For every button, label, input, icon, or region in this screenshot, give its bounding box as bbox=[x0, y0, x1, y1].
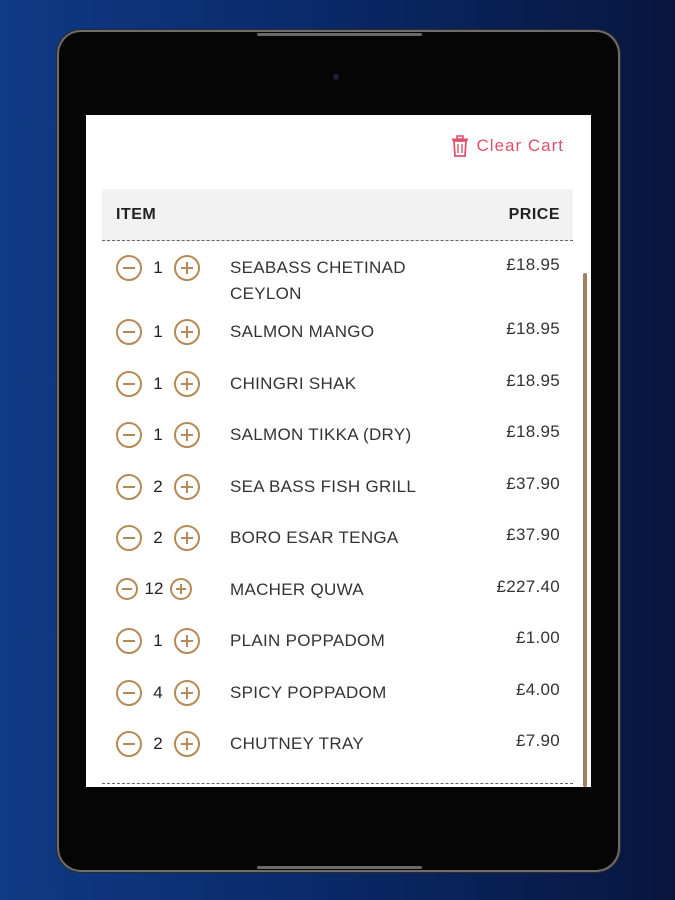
price-column-header: PRICE bbox=[508, 205, 560, 223]
speaker-top bbox=[257, 33, 422, 36]
quantity-stepper: 1 bbox=[116, 319, 200, 345]
cart-row: 2 CHUTNEY TRAY £7.90 bbox=[102, 721, 573, 771]
item-name: BORO ESAR TENGA bbox=[230, 528, 399, 547]
increase-quantity-button[interactable] bbox=[174, 371, 200, 397]
decrease-quantity-button[interactable] bbox=[116, 628, 142, 654]
decrease-quantity-button[interactable] bbox=[116, 319, 142, 345]
increase-quantity-button[interactable] bbox=[174, 628, 200, 654]
quantity-value: 12 bbox=[144, 578, 164, 598]
quantity-value: 1 bbox=[153, 425, 163, 444]
item-price: £1.00 bbox=[515, 628, 560, 647]
increase-quantity-button[interactable] bbox=[174, 474, 200, 500]
decrease-quantity-button[interactable] bbox=[116, 680, 142, 706]
decrease-quantity-button[interactable] bbox=[116, 422, 142, 448]
cart-row: 1 PLAIN POPPADOM £1.00 bbox=[102, 618, 573, 668]
item-price: £37.90 bbox=[506, 474, 560, 493]
quantity-stepper: 12 bbox=[116, 577, 192, 600]
quantity-stepper: 2 bbox=[116, 731, 200, 757]
quantity-value: 1 bbox=[153, 631, 163, 650]
cart-row: 12 MACHER QUWA £227.40 bbox=[102, 567, 573, 617]
item-price: £37.90 bbox=[506, 525, 560, 544]
speaker-bottom bbox=[257, 866, 422, 869]
item-price: £4.00 bbox=[515, 680, 560, 699]
quantity-value: 2 bbox=[153, 528, 163, 547]
camera bbox=[333, 74, 339, 80]
increase-quantity-button[interactable] bbox=[174, 680, 200, 706]
item-price: £7.90 bbox=[515, 731, 560, 750]
quantity-stepper: 1 bbox=[116, 628, 200, 654]
clear-cart-button[interactable]: Clear Cart bbox=[451, 135, 564, 157]
item-name: CHINGRI SHAK bbox=[230, 374, 357, 393]
tablet-frame: Clear Cart ITEM PRICE 1 SEABASS CHETINAD… bbox=[57, 30, 620, 872]
item-name: PLAIN POPPADOM bbox=[230, 631, 386, 650]
increase-quantity-button[interactable] bbox=[174, 255, 200, 281]
list-divider bbox=[102, 783, 573, 784]
item-name: CHUTNEY TRAY bbox=[230, 734, 364, 753]
increase-quantity-button[interactable] bbox=[170, 578, 192, 600]
item-name: SEA BASS FISH GRILL bbox=[230, 477, 417, 496]
decrease-quantity-button[interactable] bbox=[116, 525, 142, 551]
item-name: SALMON TIKKA (DRY) bbox=[230, 425, 412, 444]
cart-row: 4 SPICY POPPADOM £4.00 bbox=[102, 670, 573, 720]
item-name: MACHER QUWA bbox=[230, 580, 364, 599]
quantity-value: 2 bbox=[153, 477, 163, 496]
item-price: £18.95 bbox=[506, 319, 560, 338]
cart-row: 1 SEABASS CHETINAD CEYLON £18.95 bbox=[102, 245, 573, 303]
quantity-stepper: 2 bbox=[116, 525, 200, 551]
item-price: £18.95 bbox=[506, 255, 560, 274]
increase-quantity-button[interactable] bbox=[174, 525, 200, 551]
trash-icon bbox=[451, 135, 469, 157]
item-column-header: ITEM bbox=[116, 205, 157, 223]
quantity-stepper: 2 bbox=[116, 474, 200, 500]
item-name: SALMON MANGO bbox=[230, 322, 375, 341]
cart-row: 1 CHINGRI SHAK £18.95 bbox=[102, 361, 573, 411]
cart-row: 2 BORO ESAR TENGA £37.90 bbox=[102, 515, 573, 565]
item-price: £18.95 bbox=[506, 371, 560, 390]
item-price: £18.95 bbox=[506, 422, 560, 441]
quantity-stepper: 1 bbox=[116, 371, 200, 397]
cart-row: 2 SEA BASS FISH GRILL £37.90 bbox=[102, 464, 573, 514]
quantity-value: 2 bbox=[153, 734, 163, 753]
increase-quantity-button[interactable] bbox=[174, 422, 200, 448]
quantity-value: 1 bbox=[153, 258, 163, 277]
quantity-value: 4 bbox=[153, 683, 163, 702]
quantity-value: 1 bbox=[153, 374, 163, 393]
decrease-quantity-button[interactable] bbox=[116, 578, 138, 600]
quantity-stepper: 1 bbox=[116, 255, 200, 281]
scrollbar[interactable] bbox=[583, 273, 587, 787]
cart-table-header: ITEM PRICE bbox=[102, 189, 573, 241]
quantity-value: 1 bbox=[153, 322, 163, 341]
quantity-stepper: 4 bbox=[116, 680, 200, 706]
decrease-quantity-button[interactable] bbox=[116, 474, 142, 500]
cart-screen: Clear Cart ITEM PRICE 1 SEABASS CHETINAD… bbox=[86, 115, 591, 787]
cart-row: 1 SALMON MANGO £18.95 bbox=[102, 309, 573, 359]
item-name: SEABASS CHETINAD CEYLON bbox=[230, 258, 406, 303]
cart-row: 1 SALMON TIKKA (DRY) £18.95 bbox=[102, 412, 573, 462]
decrease-quantity-button[interactable] bbox=[116, 371, 142, 397]
decrease-quantity-button[interactable] bbox=[116, 255, 142, 281]
clear-cart-label: Clear Cart bbox=[476, 136, 564, 155]
quantity-stepper: 1 bbox=[116, 422, 200, 448]
item-price: £227.40 bbox=[496, 577, 560, 596]
increase-quantity-button[interactable] bbox=[174, 731, 200, 757]
decrease-quantity-button[interactable] bbox=[116, 731, 142, 757]
item-name: SPICY POPPADOM bbox=[230, 683, 387, 702]
increase-quantity-button[interactable] bbox=[174, 319, 200, 345]
